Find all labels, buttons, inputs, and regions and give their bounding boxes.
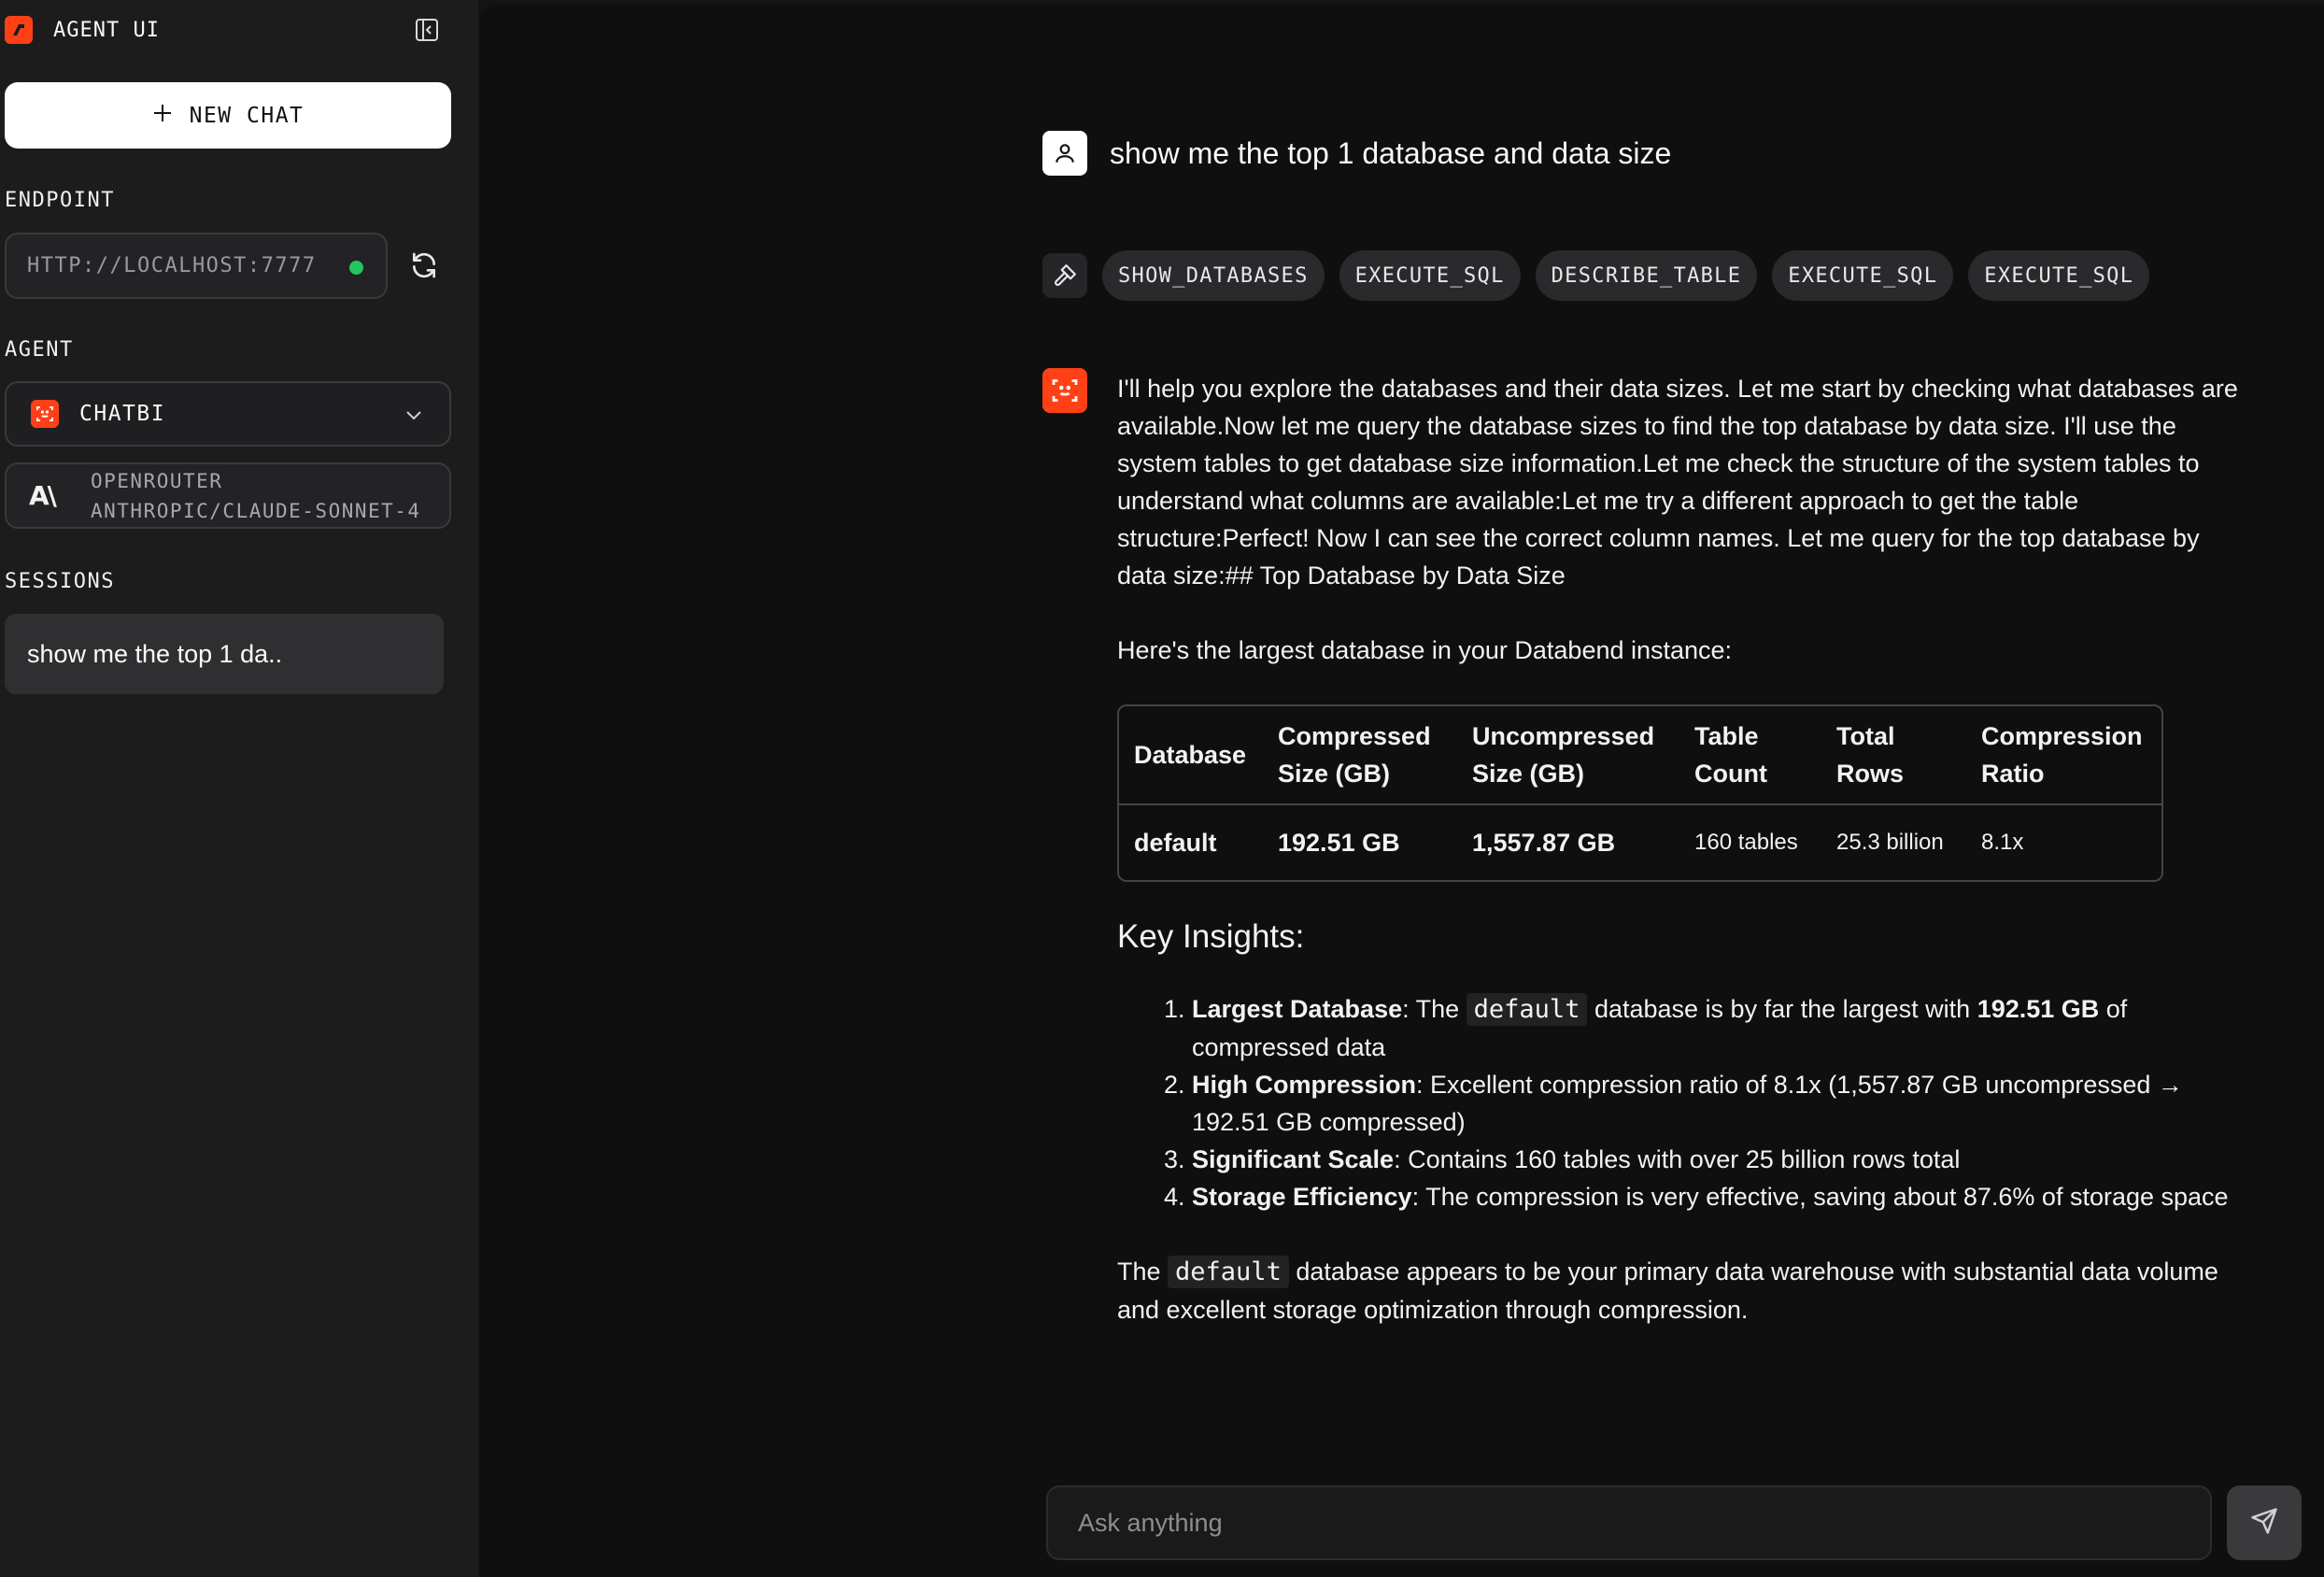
- agent-selected-label: CHATBI: [79, 402, 166, 426]
- assistant-closing: The default database appears to be your …: [1117, 1256, 2218, 1324]
- insights-list: Largest Database: The default database i…: [1117, 990, 2238, 1215]
- tool-call-pill[interactable]: EXECUTE_SQL: [1968, 250, 2150, 301]
- plus-icon: [152, 103, 173, 129]
- table-header: Compressed Size (GB): [1263, 706, 1457, 805]
- assistant-lead: Here's the largest database in your Data…: [1117, 636, 1733, 664]
- agent-logo-icon: [5, 16, 33, 44]
- hammer-icon: [1042, 253, 1087, 298]
- table-cell: default: [1134, 829, 1217, 857]
- tool-call-pill[interactable]: DESCRIBE_TABLE: [1535, 250, 1758, 301]
- agent-label: AGENT: [5, 338, 74, 362]
- table-header: Compression Ratio: [1966, 706, 2161, 805]
- assistant-avatar-icon: [1042, 368, 1087, 413]
- user-message: show me the top 1 database and data size: [1042, 131, 1671, 176]
- sidebar: AGENT UI NEW CHAT ENDPOINT HTTP://LOCALH…: [0, 0, 478, 1577]
- refresh-icon[interactable]: [407, 249, 441, 282]
- table-header: Database: [1119, 706, 1263, 805]
- session-item[interactable]: show me the top 1 da..: [5, 614, 444, 694]
- session-title: show me the top 1 da..: [27, 639, 283, 668]
- table-cell: 8.1x: [1981, 830, 2024, 855]
- message-input[interactable]: Ask anything: [1046, 1485, 2212, 1560]
- model-info: A\ OPENROUTER ANTHROPIC/CLAUDE-SONNET-4: [5, 462, 451, 529]
- list-item: Storage Efficiency: The compression is v…: [1192, 1178, 2238, 1215]
- status-dot-online: [349, 261, 363, 275]
- endpoint-label: ENDPOINT: [5, 189, 115, 212]
- table-cell: 192.51 GB: [1278, 829, 1400, 857]
- table-cell: 160 tables: [1694, 830, 1798, 855]
- assistant-intro: I'll help you explore the databases and …: [1117, 375, 2238, 590]
- list-item: Significant Scale: Contains 160 tables w…: [1192, 1141, 2238, 1178]
- anthropic-logo-icon: A\: [29, 480, 57, 511]
- user-message-text: show me the top 1 database and data size: [1110, 135, 1672, 170]
- send-icon: [2250, 1507, 2278, 1540]
- scan-icon: [31, 400, 59, 428]
- model-provider: OPENROUTER: [91, 469, 223, 492]
- sidebar-collapse-icon[interactable]: [413, 16, 441, 44]
- table-cell: 25.3 billion: [1836, 830, 1944, 855]
- insights-heading: Key Insights:: [1117, 918, 1305, 955]
- table-row: default 192.51 GB 1,557.87 GB 160 tables…: [1119, 805, 2161, 880]
- send-button[interactable]: [2227, 1485, 2302, 1560]
- new-chat-button[interactable]: NEW CHAT: [5, 82, 451, 149]
- app-title: AGENT UI: [53, 18, 160, 42]
- tool-call-pill[interactable]: EXECUTE_SQL: [1339, 250, 1521, 301]
- tool-call-pill[interactable]: EXECUTE_SQL: [1772, 250, 1954, 301]
- new-chat-label: NEW CHAT: [189, 103, 305, 128]
- chevron-down-icon: [403, 404, 425, 432]
- list-item: High Compression: Excellent compression …: [1192, 1066, 2238, 1141]
- endpoint-field[interactable]: HTTP://LOCALHOST:7777: [5, 233, 388, 299]
- table-cell: 1,557.87 GB: [1472, 829, 1616, 857]
- tool-calls: SHOW_DATABASES EXECUTE_SQL DESCRIBE_TABL…: [1042, 250, 2164, 301]
- endpoint-value: HTTP://LOCALHOST:7777: [27, 254, 317, 277]
- tool-call-pill[interactable]: SHOW_DATABASES: [1102, 250, 1325, 301]
- user-icon: [1042, 131, 1087, 176]
- message-input-placeholder: Ask anything: [1078, 1508, 1223, 1537]
- model-name: ANTHROPIC/CLAUDE-SONNET-4: [91, 499, 421, 522]
- assistant-message: I'll help you explore the databases and …: [1117, 370, 2238, 1328]
- brand-row: AGENT UI: [5, 14, 444, 46]
- table-header: Uncompressed Size (GB): [1457, 706, 1679, 805]
- result-table: Database Compressed Size (GB) Uncompress…: [1117, 704, 2163, 882]
- list-item: Largest Database: The default database i…: [1192, 990, 2238, 1066]
- sessions-label: SESSIONS: [5, 570, 115, 593]
- agent-select[interactable]: CHATBI: [5, 381, 451, 447]
- table-header: Table Count: [1679, 706, 1821, 805]
- table-header: Total Rows: [1821, 706, 1966, 805]
